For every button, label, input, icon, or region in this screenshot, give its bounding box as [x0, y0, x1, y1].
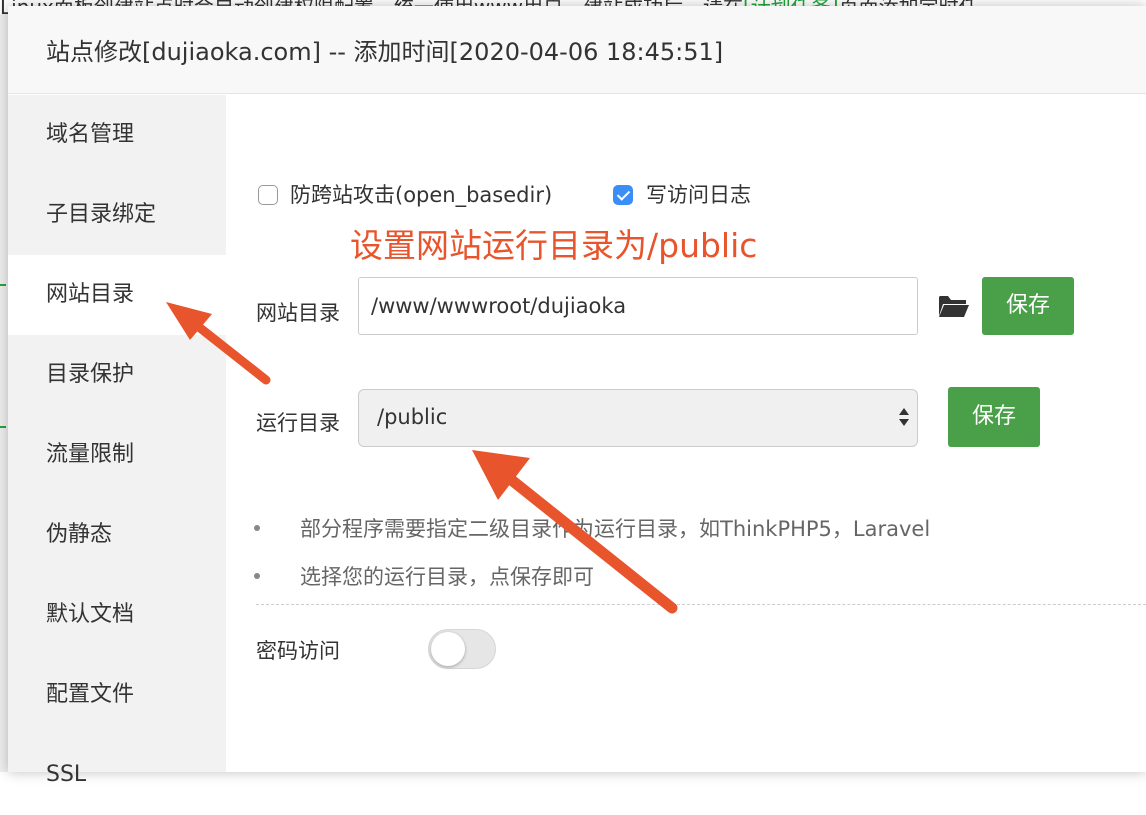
sidebar-item-ssl[interactable]: SSL [8, 735, 226, 815]
anti-xss-label: 防跨站攻击(open_basedir) [290, 183, 553, 207]
sidebar-item-domain[interactable]: 域名管理 [8, 95, 226, 175]
sidebar-item-default-doc[interactable]: 默认文档 [8, 575, 226, 655]
tip-item: 部分程序需要指定二级目录作为运行目录，如ThinkPHP5，Laravel [253, 513, 931, 543]
run-dir-save-button[interactable]: 保存 [948, 387, 1040, 447]
site-edit-dialog: 站点修改[dujiaoka.com] -- 添加时间[2020-04-06 18… [8, 6, 1146, 787]
run-dir-select[interactable]: /public [358, 389, 918, 447]
password-access-toggle[interactable] [428, 629, 496, 669]
access-log-checkbox[interactable] [613, 185, 633, 205]
sidebar-item-config-file[interactable]: 配置文件 [8, 655, 226, 735]
site-directory-panel: 防跨站攻击(open_basedir) 写访问日志 设置网站运行目录为/publ… [226, 95, 1146, 772]
select-arrows-icon [899, 404, 909, 430]
dialog-title: 站点修改[dujiaoka.com] -- 添加时间[2020-04-06 18… [8, 6, 1146, 94]
sidebar-item-site-directory[interactable]: 网站目录 [8, 255, 226, 335]
annotation-text: 设置网站运行目录为/public [350, 226, 758, 265]
dialog-sidebar: 域名管理 子目录绑定 网站目录 目录保护 流量限制 伪静态 默认文档 配置文件 … [8, 95, 226, 787]
toggle-knob [431, 632, 465, 666]
background-mark [0, 284, 6, 286]
run-dir-label: 运行目录 [256, 411, 340, 435]
section-divider [256, 604, 1146, 605]
tip-item: 选择您的运行目录，点保存即可 [254, 561, 594, 591]
sidebar-item-rewrite[interactable]: 伪静态 [8, 495, 226, 575]
background-mark [0, 426, 6, 428]
access-log-label: 写访问日志 [646, 183, 751, 207]
password-access-label: 密码访问 [256, 639, 340, 663]
folder-open-icon[interactable] [938, 293, 970, 323]
sidebar-item-traffic-limit[interactable]: 流量限制 [8, 415, 226, 495]
site-dir-input[interactable]: /www/wwwroot/dujiaoka [358, 277, 918, 335]
sidebar-item-subdir-binding[interactable]: 子目录绑定 [8, 175, 226, 255]
sidebar-item-dir-protection[interactable]: 目录保护 [8, 335, 226, 415]
anti-xss-checkbox[interactable] [258, 185, 278, 205]
tip-text: 部分程序需要指定二级目录作为运行目录，如ThinkPHP5，Laravel [300, 517, 931, 541]
tip-text: 选择您的运行目录，点保存即可 [300, 565, 594, 589]
site-dir-save-button[interactable]: 保存 [982, 277, 1074, 335]
run-dir-selected-value: /public [377, 405, 448, 429]
site-dir-label: 网站目录 [256, 301, 340, 325]
